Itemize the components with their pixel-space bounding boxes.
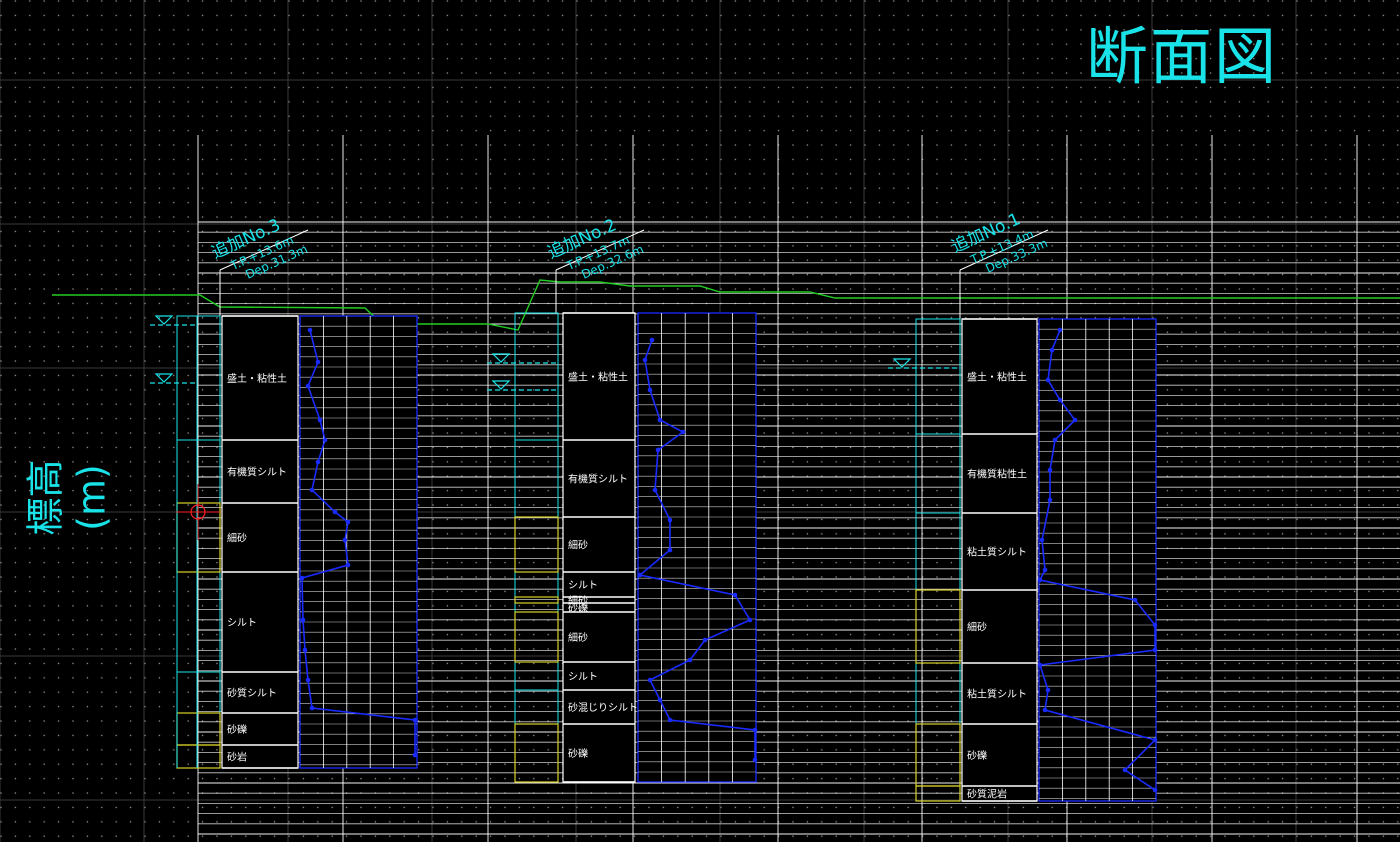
layer-label: 粘土質シルト bbox=[967, 546, 1027, 559]
n-value-point bbox=[1045, 687, 1051, 693]
layer-label: 細砂 bbox=[568, 539, 588, 552]
n-value-point bbox=[647, 677, 653, 683]
n-value-point bbox=[647, 387, 653, 393]
layer-label: 盛土・粘性土 bbox=[967, 371, 1027, 384]
layer-label: シルト bbox=[568, 672, 598, 683]
n-value-point bbox=[680, 429, 686, 435]
n-value-point bbox=[642, 357, 648, 363]
n-value-point bbox=[667, 547, 673, 553]
page-title: 断面図 bbox=[1086, 20, 1279, 93]
n-value-point bbox=[332, 509, 338, 515]
layer-label: シルト bbox=[568, 581, 598, 592]
layer-label: 砂岩 bbox=[227, 751, 247, 764]
n-value-point bbox=[412, 717, 418, 723]
layer-label: 有機質シルト bbox=[568, 473, 628, 486]
n-value-point bbox=[309, 487, 315, 493]
layer-label: 細砂 bbox=[568, 631, 588, 644]
n-value-point bbox=[345, 519, 351, 525]
n-value-point bbox=[1042, 567, 1048, 573]
n-value-point bbox=[322, 437, 328, 443]
n-value-point bbox=[307, 327, 313, 333]
n-value-point bbox=[309, 705, 315, 711]
layer-label: 有機質シルト bbox=[227, 466, 287, 479]
n-value-point bbox=[637, 572, 643, 578]
layer-label: 砂礫 bbox=[967, 749, 987, 762]
n-value-point bbox=[305, 383, 311, 389]
n-value-point bbox=[315, 359, 321, 365]
n-value-point bbox=[1042, 707, 1048, 713]
n-value-point bbox=[305, 677, 311, 683]
n-value-point bbox=[302, 647, 308, 653]
layer-label: 粘土質シルト bbox=[967, 688, 1027, 701]
n-value-point bbox=[687, 657, 693, 663]
n-value-frame bbox=[1038, 318, 1157, 802]
n-value-point bbox=[652, 487, 658, 493]
layer-label: 砂礫 bbox=[568, 602, 588, 615]
n-value-frame bbox=[299, 315, 418, 769]
n-value-point bbox=[1152, 787, 1158, 793]
n-value-point bbox=[299, 575, 305, 581]
layer-label: 砂礫 bbox=[568, 747, 588, 760]
layer-label: 盛土・粘性土 bbox=[227, 372, 287, 385]
n-value-point bbox=[1132, 597, 1138, 603]
n-value-point bbox=[752, 727, 758, 733]
n-value-point bbox=[315, 459, 321, 465]
y-axis-label: 標高 (m) bbox=[23, 459, 114, 536]
n-value-point bbox=[1152, 622, 1158, 628]
cross-section-drawing: 追加No.3T.P.+13.6mDep.31.3m盛土・粘性土有機質シルト細砂シ… bbox=[0, 0, 1400, 842]
n-value-point bbox=[1122, 767, 1128, 773]
layer-label: 砂礫 bbox=[227, 723, 247, 736]
layer-label: 砂混じりシルト bbox=[568, 701, 638, 714]
n-value-point bbox=[655, 447, 661, 453]
n-value-point bbox=[1057, 327, 1063, 333]
n-value-point bbox=[732, 592, 738, 598]
layer-label: 有機質粘性土 bbox=[967, 468, 1027, 481]
n-value-point bbox=[667, 717, 673, 723]
layer-label: 砂質シルト bbox=[227, 687, 277, 700]
n-value-point bbox=[412, 752, 418, 758]
n-value-point bbox=[345, 562, 351, 568]
layer-label: 盛土・粘性土 bbox=[568, 371, 628, 384]
n-value-point bbox=[317, 417, 323, 423]
n-value-point bbox=[747, 617, 753, 623]
n-value-point bbox=[1152, 737, 1158, 743]
layer-label: シルト bbox=[227, 618, 257, 629]
n-value-point bbox=[342, 537, 348, 543]
n-value-point bbox=[1057, 397, 1063, 403]
n-value-point bbox=[667, 517, 673, 523]
n-value-point bbox=[657, 417, 663, 423]
n-value-point bbox=[1072, 417, 1078, 423]
n-value-point bbox=[702, 637, 708, 643]
n-value-point bbox=[1037, 662, 1043, 668]
layer-label: 細砂 bbox=[227, 532, 247, 545]
n-value-point bbox=[1039, 537, 1045, 543]
n-value-point bbox=[649, 337, 655, 343]
n-value-point bbox=[1037, 577, 1043, 583]
n-value-point bbox=[300, 617, 306, 623]
n-value-point bbox=[1045, 377, 1051, 383]
n-value-point bbox=[752, 757, 758, 763]
layer-label: 砂質泥岩 bbox=[967, 788, 1007, 801]
layer-label: 細砂 bbox=[967, 621, 987, 634]
n-value-point bbox=[657, 697, 663, 703]
n-value-point bbox=[1152, 647, 1158, 653]
n-value-point bbox=[1049, 347, 1055, 353]
n-value-point bbox=[1047, 497, 1053, 503]
n-value-point bbox=[1047, 467, 1053, 473]
layer-column bbox=[961, 318, 1038, 802]
n-value-point bbox=[1052, 437, 1058, 443]
